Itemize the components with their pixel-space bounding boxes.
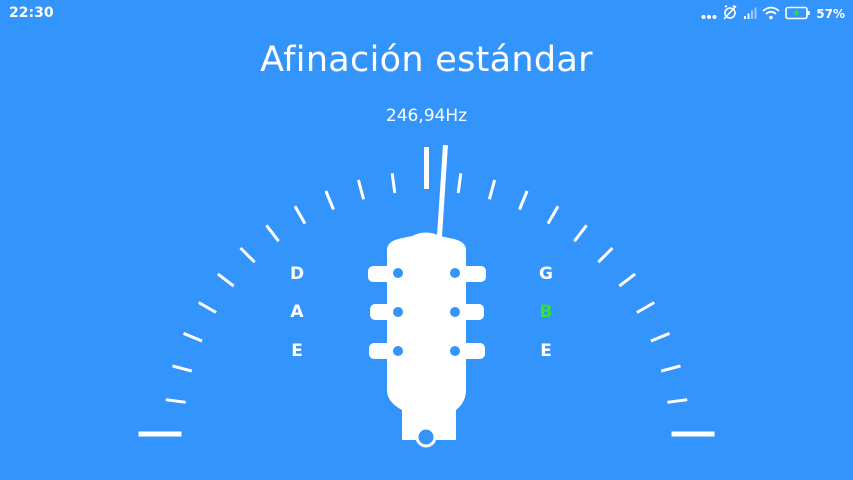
gauge-minor-tick xyxy=(546,205,560,225)
gauge-minor-tick xyxy=(216,272,235,288)
guitar-headstock-icon xyxy=(368,232,486,448)
gauge-minor-tick xyxy=(293,205,307,225)
gauge-minor-tick xyxy=(597,246,614,264)
tuner-screen: 22:30 57% Afinación estándar 246,94Hz D … xyxy=(0,0,853,480)
gauge-minor-tick xyxy=(265,224,280,243)
gauge-minor-tick xyxy=(573,224,588,243)
gauge-minor-tick xyxy=(390,173,397,194)
gauge-minor-tick xyxy=(197,301,217,314)
string-button-low-e[interactable]: E xyxy=(282,341,312,361)
gauge-minor-tick xyxy=(182,332,203,343)
gauge-minor-tick xyxy=(650,332,671,343)
gauge-minor-tick xyxy=(667,398,688,404)
gauge-minor-tick xyxy=(456,173,463,194)
gauge-minor-tick xyxy=(518,190,529,211)
gauge-minor-tick xyxy=(618,272,637,288)
gauge-minor-tick xyxy=(324,190,335,211)
gauge-minor-tick xyxy=(636,301,656,314)
string-button-g[interactable]: G xyxy=(531,264,561,284)
gauge-minor-tick xyxy=(172,364,193,373)
tuner-gauge xyxy=(138,144,715,448)
string-button-a[interactable]: A xyxy=(282,302,312,322)
string-button-b[interactable]: B xyxy=(531,302,561,322)
tuner-needle xyxy=(436,144,448,243)
gauge-minor-tick xyxy=(239,246,256,264)
gauge-minor-tick xyxy=(660,364,681,373)
string-button-high-e[interactable]: E xyxy=(531,341,561,361)
string-button-d[interactable]: D xyxy=(282,264,312,284)
gauge-minor-tick xyxy=(487,179,497,200)
gauge-minor-tick xyxy=(165,398,186,404)
gauge-minor-tick xyxy=(356,179,366,200)
